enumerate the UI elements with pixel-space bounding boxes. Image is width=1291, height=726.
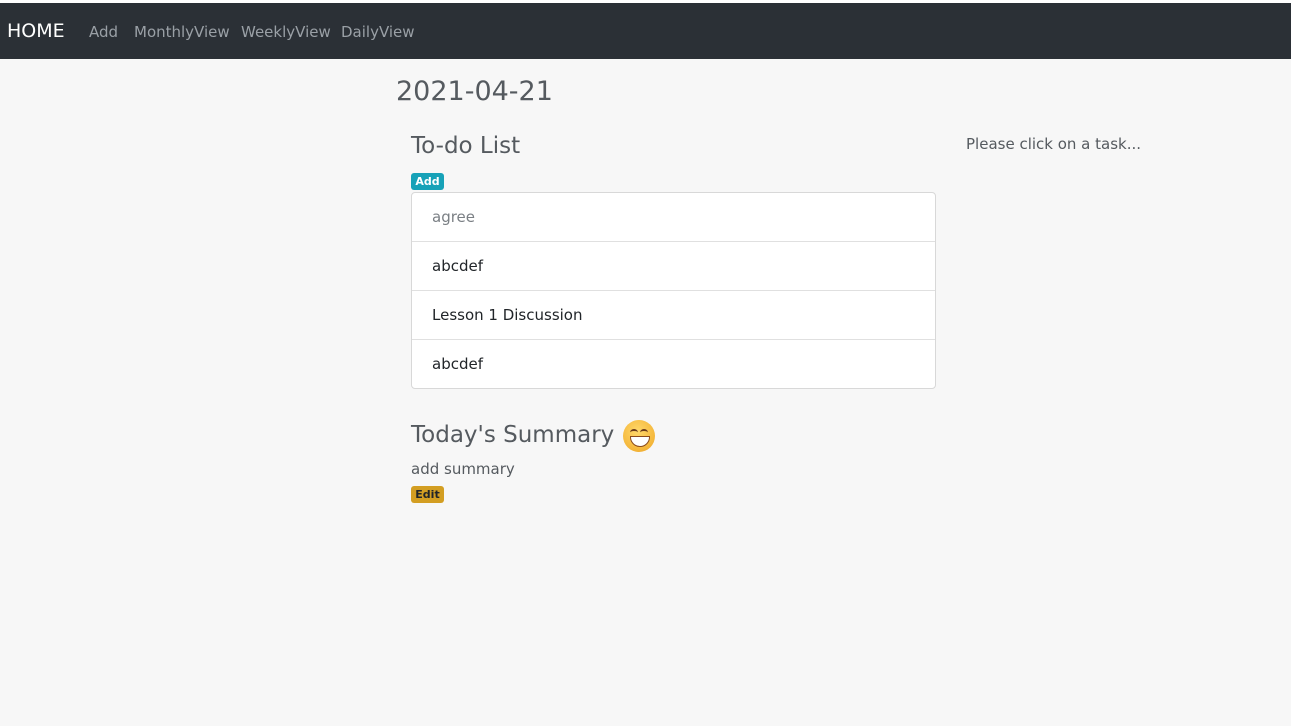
home-link[interactable]: HOME (7, 19, 65, 43)
emoji-right-eye (640, 429, 648, 436)
todo-item-abcdef[interactable]: abcdef (412, 242, 935, 291)
todo-item-lesson-1-discussion[interactable]: Lesson 1 Discussion (412, 291, 935, 340)
page-date-title: 2021-04-21 (396, 76, 553, 107)
nav-monthly-view-link[interactable]: MonthlyView (134, 22, 230, 42)
todo-list: agree abcdef Lesson 1 Discussion abcdef (411, 192, 936, 389)
add-task-button[interactable]: Add (411, 173, 444, 190)
nav-weekly-view-link[interactable]: WeeklyView (241, 22, 331, 42)
grinning-face-icon (623, 420, 655, 452)
todo-list-title: To-do List (411, 133, 521, 159)
summary-title: Today's Summary (411, 422, 615, 448)
todo-item-abcdef-2[interactable]: abcdef (412, 340, 935, 388)
task-detail-hint: Please click on a task... (966, 135, 1142, 153)
todo-item-agree[interactable]: agree (412, 193, 935, 242)
summary-text: add summary (411, 460, 515, 478)
edit-summary-button[interactable]: Edit (411, 486, 444, 503)
nav-add-link[interactable]: Add (89, 22, 118, 42)
emoji-mouth (630, 436, 650, 447)
emoji-left-eye (630, 429, 638, 436)
nav-daily-view-link[interactable]: DailyView (341, 22, 415, 42)
top-navbar: HOME Add MonthlyView WeeklyView DailyVie… (0, 3, 1291, 59)
